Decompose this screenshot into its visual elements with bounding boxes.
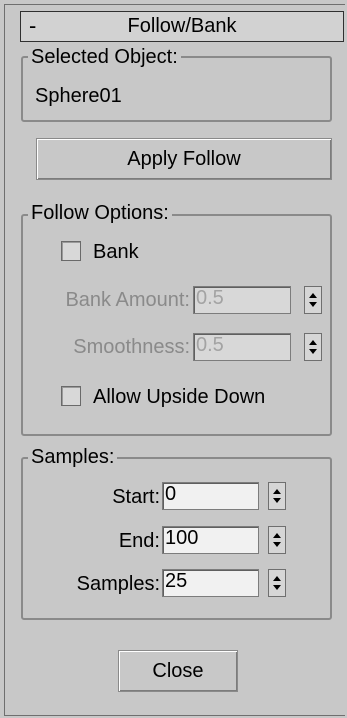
samples-spinner[interactable] [268,569,286,597]
smoothness-field[interactable]: 0.5 [193,333,291,361]
smoothness-label: Smoothness: [73,336,190,358]
smoothness-spinner[interactable] [304,333,322,361]
end-spinner[interactable] [268,526,286,554]
selected-object-legend: Selected Object: [28,46,181,68]
close-button[interactable]: Close [118,650,238,692]
bank-amount-spinner[interactable] [304,286,322,314]
follow-options-legend: Follow Options: [28,202,172,224]
start-spinner[interactable] [268,482,286,510]
samples-label: Samples: [76,573,160,595]
selected-object-name: Sphere01 [35,85,122,107]
samples-legend: Samples: [28,446,118,468]
start-label: Start: [112,486,160,508]
bank-checkbox[interactable] [61,241,81,261]
bank-amount-field[interactable]: 0.5 [193,286,291,314]
end-field[interactable]: 100 [162,526,259,554]
start-field[interactable]: 0 [162,482,259,510]
allow-upside-down-checkbox[interactable] [61,386,81,406]
allow-upside-down-label: Allow Upside Down [93,386,266,408]
samples-field[interactable]: 25 [162,569,259,597]
bank-label: Bank [93,241,139,263]
bank-amount-label: Bank Amount: [65,289,190,311]
end-label: End: [118,530,160,552]
rollout-header-follow-bank[interactable]: - Follow/Bank [20,11,344,42]
apply-follow-button[interactable]: Apply Follow [36,138,332,180]
rollout-title: Follow/Bank [127,15,237,37]
